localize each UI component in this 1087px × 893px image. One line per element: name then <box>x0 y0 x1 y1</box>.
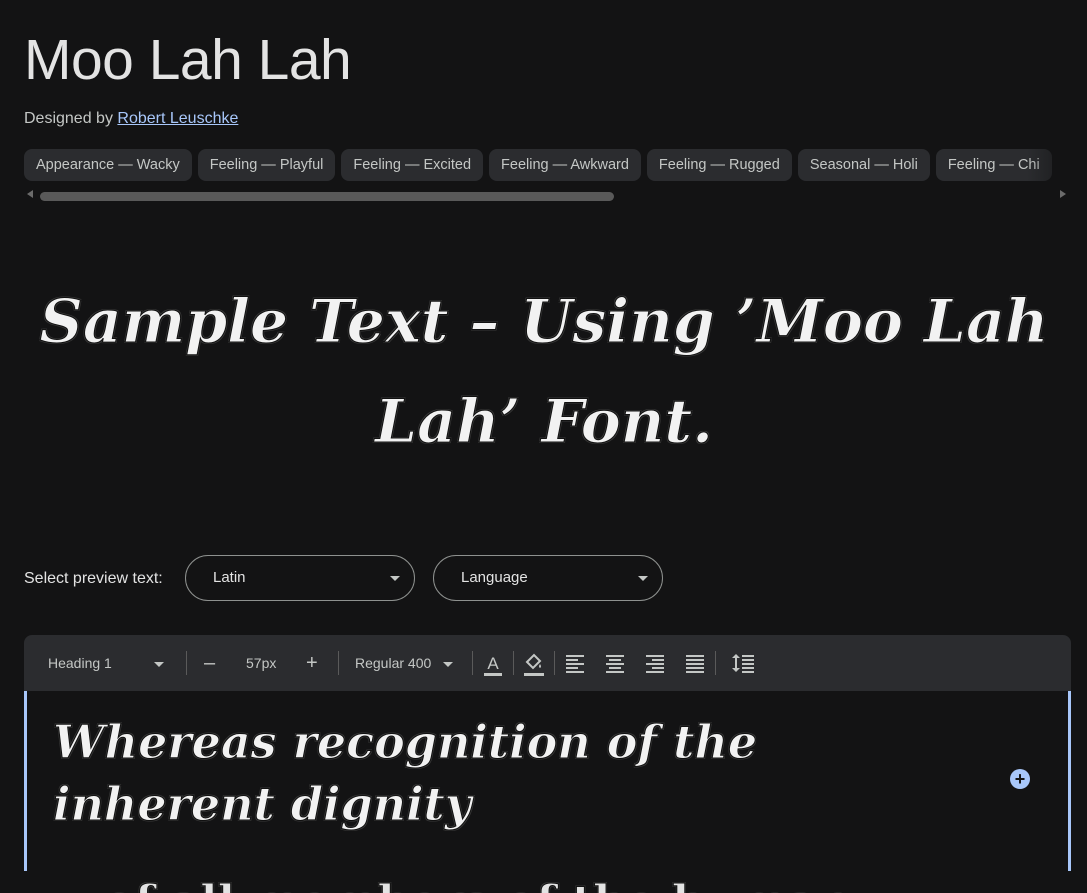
style-select[interactable]: Heading 1 <box>48 635 164 691</box>
svg-text:A: A <box>487 654 499 673</box>
weight-select-value: Regular 400 <box>355 655 432 671</box>
editor-toolbar: Heading 1 – 57px + Regular 400 A <box>24 635 1071 691</box>
scroll-right-arrow-icon[interactable] <box>1060 190 1066 198</box>
text-color-icon[interactable]: A <box>482 635 504 691</box>
increase-size-button[interactable]: + <box>306 635 318 691</box>
chevron-down-icon <box>153 661 164 667</box>
toolbar-divider <box>338 651 339 675</box>
tag-chip[interactable]: Seasonal — Holi <box>797 149 930 181</box>
font-size-input[interactable]: 57px <box>246 635 276 691</box>
align-center-icon[interactable] <box>604 635 626 691</box>
sample-text: Sample Text – Using ’Moo Lah Lah’ Font. <box>39 287 1049 458</box>
toolbar-divider <box>513 651 514 675</box>
language-select-value: Language <box>461 569 528 586</box>
chevron-down-icon <box>638 576 648 581</box>
align-left-icon[interactable] <box>564 635 586 691</box>
align-right-icon[interactable] <box>644 635 666 691</box>
chevron-down-icon <box>390 576 400 581</box>
weight-select[interactable]: Regular 400 <box>355 635 454 691</box>
designer-line: Designed by Robert Leuschke <box>24 110 238 128</box>
designed-by-label: Designed by <box>24 110 113 127</box>
decrease-size-button[interactable]: – <box>204 635 215 691</box>
add-icon[interactable]: + <box>1010 769 1030 789</box>
script-select[interactable]: Latin <box>185 555 415 601</box>
tags-fade <box>1027 149 1087 181</box>
editor-text[interactable]: Whereas recognition of the inherent dign… <box>53 711 923 835</box>
chevron-down-icon <box>443 661 454 667</box>
line-height-icon[interactable] <box>731 635 755 691</box>
toolbar-divider <box>715 651 716 675</box>
preview-text-label: Select preview text: <box>24 570 163 587</box>
tag-list: Appearance — Wacky Feeling — Playful Feeli… <box>24 149 1087 181</box>
preview-editor[interactable]: Whereas recognition of the inherent dign… <box>24 691 1071 871</box>
tag-chip[interactable]: Feeling — Rugged <box>646 149 792 181</box>
next-preview-text: of all members of the human <box>104 875 852 893</box>
language-select[interactable]: Language <box>433 555 663 601</box>
align-justify-icon[interactable] <box>684 635 706 691</box>
tag-chip[interactable]: Feeling — Excited <box>341 149 484 181</box>
font-title: Moo Lah Lah <box>24 28 352 92</box>
script-select-value: Latin <box>213 569 246 586</box>
scroll-left-arrow-icon[interactable] <box>27 190 33 198</box>
tag-chip[interactable]: Feeling — Awkward <box>489 149 641 181</box>
next-preview-line: of all members of the human <box>24 871 1071 893</box>
toolbar-divider <box>186 651 187 675</box>
tags-scrollbar-thumb[interactable] <box>40 192 614 201</box>
toolbar-divider <box>472 651 473 675</box>
tag-chip[interactable]: Feeling — Playful <box>197 149 336 181</box>
toolbar-divider <box>554 651 555 675</box>
fill-color-icon[interactable] <box>522 635 546 691</box>
style-select-value: Heading 1 <box>48 655 112 671</box>
tag-chip[interactable]: Appearance — Wacky <box>24 149 192 181</box>
designer-link[interactable]: Robert Leuschke <box>117 110 238 127</box>
